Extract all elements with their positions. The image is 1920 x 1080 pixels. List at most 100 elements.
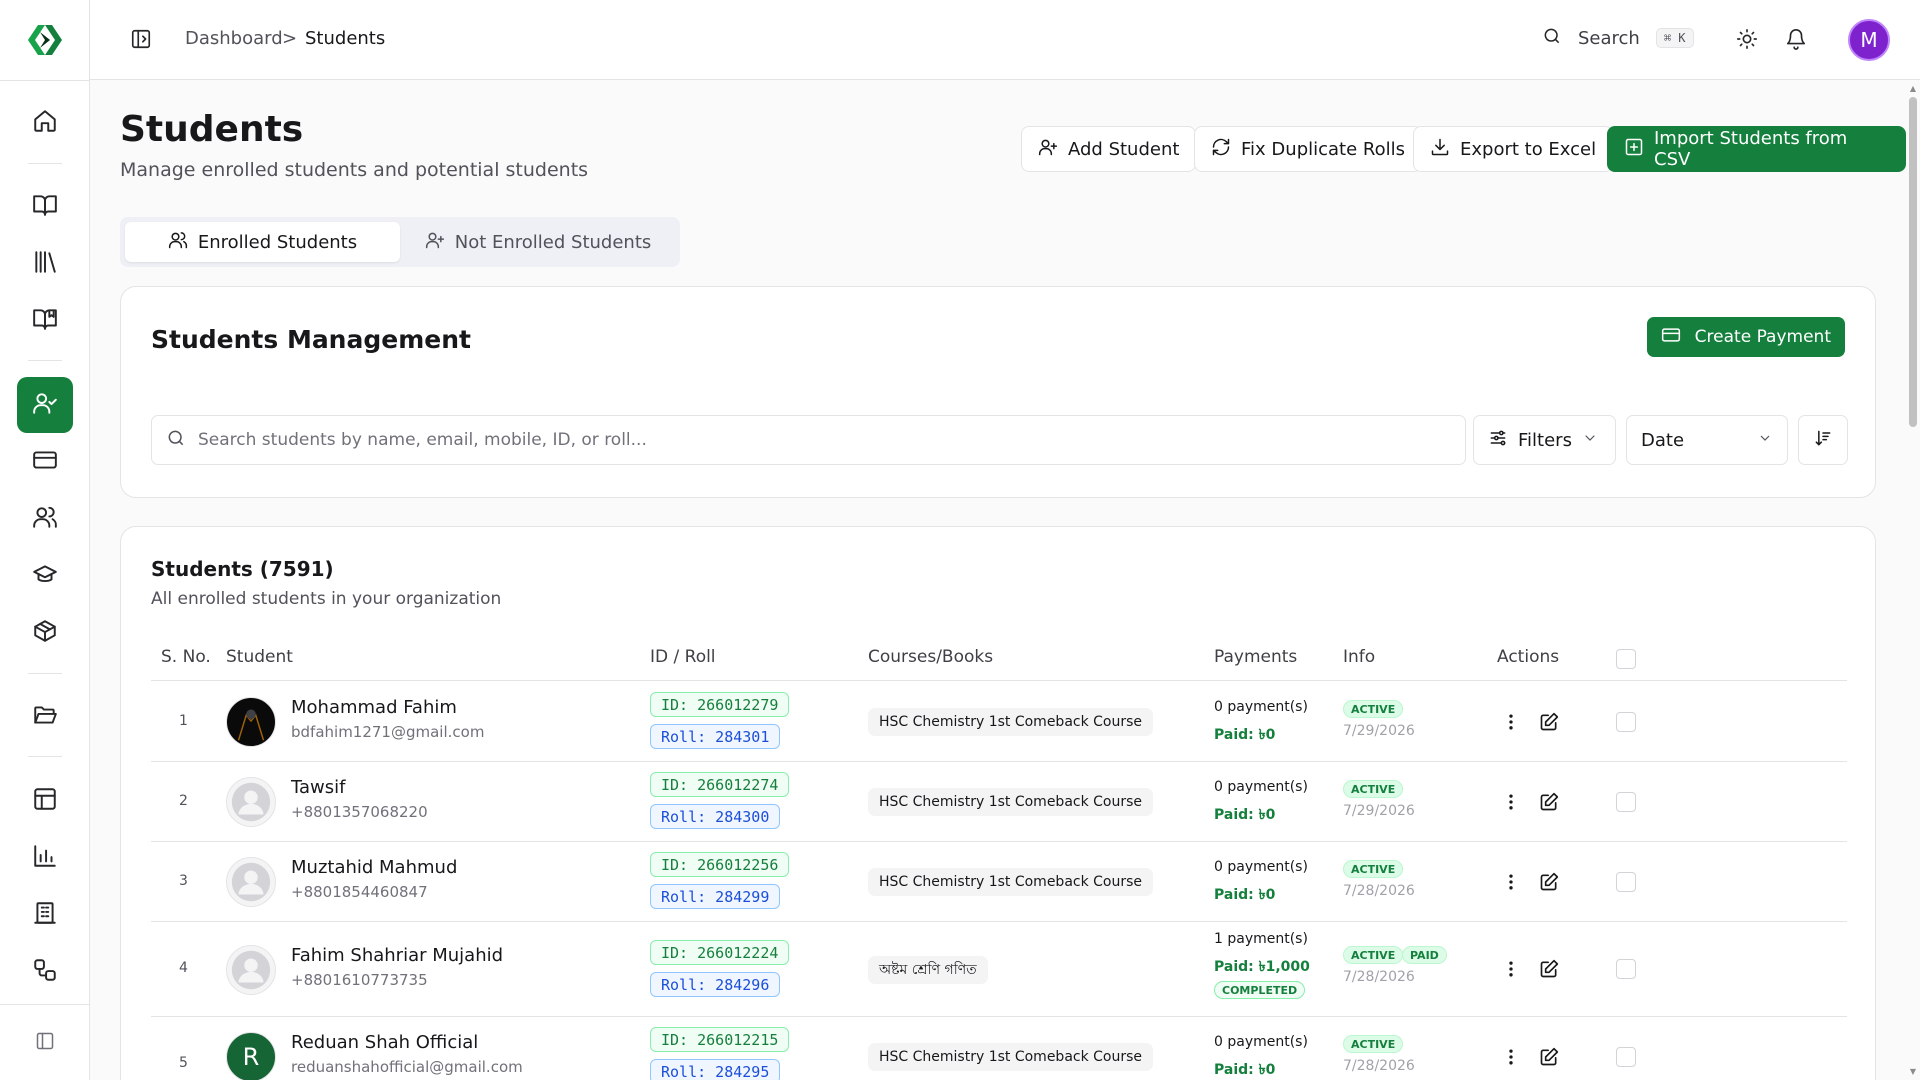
nav-books[interactable]: [17, 293, 73, 349]
sidebar-toggle-icon[interactable]: [130, 28, 154, 52]
search-label: Search: [1578, 27, 1640, 49]
users-icon: [168, 230, 188, 255]
sort-order-button[interactable]: [1798, 415, 1848, 465]
scroll-up-arrow[interactable]: ▲: [1909, 85, 1917, 93]
panel-toggle-icon: [35, 1031, 55, 1055]
fix-duplicate-label: Fix Duplicate Rolls: [1241, 138, 1405, 160]
avatar-letter: R: [242, 1043, 260, 1071]
nav-teachers[interactable]: [17, 548, 73, 604]
nav-packages[interactable]: [17, 605, 73, 661]
paid-amount: Paid: ৳0: [1214, 1062, 1276, 1078]
nav-users[interactable]: [17, 491, 73, 547]
bell-icon[interactable]: [1785, 28, 1809, 52]
more-vertical-icon[interactable]: [1499, 870, 1523, 894]
page-title: Students: [120, 109, 304, 150]
row-checkbox[interactable]: [1616, 712, 1636, 732]
nav-home[interactable]: [17, 95, 73, 151]
student-name[interactable]: Muztahid Mahmud: [291, 857, 457, 878]
breadcrumb-dashboard[interactable]: Dashboard: [185, 28, 283, 49]
fix-duplicate-rolls-button[interactable]: Fix Duplicate Rolls: [1194, 126, 1422, 172]
edit-icon[interactable]: [1537, 790, 1561, 814]
building-icon: [32, 900, 58, 930]
nav-workflow[interactable]: [17, 944, 73, 1000]
nav-students[interactable]: [17, 377, 73, 433]
tab-not-enrolled-students[interactable]: Not Enrolled Students: [402, 222, 674, 262]
package-icon: [32, 618, 58, 648]
filters-label: Filters: [1518, 429, 1572, 451]
paid-amount: Paid: ৳0: [1214, 727, 1276, 743]
global-search[interactable]: Search ⌘ K: [1542, 26, 1694, 50]
folder-open-icon: [32, 702, 58, 732]
brand-logo[interactable]: [26, 22, 64, 58]
credit-card-icon: [1661, 325, 1681, 350]
status-badge: ACTIVE: [1343, 946, 1404, 964]
course-badge: HSC Chemistry 1st Comeback Course: [868, 1043, 1154, 1071]
create-payment-button[interactable]: Create Payment: [1646, 317, 1845, 357]
nav-analytics[interactable]: [17, 830, 73, 886]
page-scrollbar[interactable]: ▲ ▼: [1906, 81, 1920, 1080]
theme-toggle-icon[interactable]: [1736, 28, 1760, 52]
sidebar: [0, 0, 90, 1080]
more-vertical-icon[interactable]: [1499, 957, 1523, 981]
payment-status-badge: COMPLETED: [1214, 981, 1306, 999]
student-roll-badge: Roll: 284300: [650, 804, 781, 829]
more-vertical-icon[interactable]: [1499, 1045, 1523, 1069]
row-checkbox[interactable]: [1616, 959, 1636, 979]
nav-library[interactable]: [17, 236, 73, 292]
user-check-icon: [32, 390, 58, 420]
nav-organization[interactable]: [17, 887, 73, 943]
user-plus-icon: [1038, 137, 1058, 162]
student-avatar: [226, 697, 276, 747]
export-excel-button[interactable]: Export to Excel: [1413, 126, 1614, 172]
add-student-button[interactable]: Add Student: [1021, 126, 1197, 172]
student-name[interactable]: Reduan Shah Official: [291, 1032, 478, 1053]
nav-collapse-toggle[interactable]: [17, 1015, 73, 1071]
students-table-card: Students (7591) All enrolled students in…: [120, 526, 1876, 1080]
bar-chart-icon: [32, 843, 58, 873]
nav-courses[interactable]: [17, 179, 73, 235]
student-contact: reduanshahofficial@gmail.com: [291, 1058, 523, 1076]
col-id-roll: ID / Roll: [650, 647, 716, 667]
edit-icon[interactable]: [1537, 710, 1561, 734]
tab-enrolled-students[interactable]: Enrolled Students: [125, 222, 400, 262]
nav-layout[interactable]: [17, 773, 73, 829]
student-name[interactable]: Mohammad Fahim: [291, 697, 457, 718]
import-csv-button[interactable]: Import Students from CSV: [1607, 126, 1906, 172]
payment-count: 0 payment(s): [1214, 859, 1308, 875]
nav-files[interactable]: [17, 689, 73, 745]
edit-icon[interactable]: [1537, 870, 1561, 894]
student-contact: +8801357068220: [291, 803, 428, 821]
nav-payments[interactable]: [17, 434, 73, 490]
course-badge: HSC Chemistry 1st Comeback Course: [868, 868, 1154, 896]
user-avatar[interactable]: M: [1848, 19, 1890, 61]
edit-icon[interactable]: [1537, 957, 1561, 981]
search-shortcut: ⌘ K: [1655, 28, 1694, 48]
student-roll-badge: Roll: 284296: [650, 972, 781, 997]
table-row: 1 Mohammad Fahim bdfahim1271@gmail.com I…: [151, 682, 1847, 762]
table-row: 2 Tawsif +8801357068220 ID: 266012274 Ro…: [151, 762, 1847, 842]
row-checkbox[interactable]: [1616, 872, 1636, 892]
more-vertical-icon[interactable]: [1499, 790, 1523, 814]
filters-button[interactable]: Filters: [1473, 415, 1616, 465]
col-info: Info: [1343, 647, 1376, 667]
tab-enrolled-label: Enrolled Students: [197, 231, 358, 253]
scroll-down-arrow[interactable]: ▼: [1909, 1068, 1917, 1076]
student-search-input[interactable]: [198, 430, 1398, 450]
col-student: Student: [226, 647, 293, 667]
chevron-down-icon: [1757, 430, 1773, 451]
main-content: Students Manage enrolled students and po…: [90, 81, 1906, 1080]
row-checkbox[interactable]: [1616, 792, 1636, 812]
student-name[interactable]: Tawsif: [291, 777, 345, 798]
create-payment-label: Create Payment: [1694, 327, 1831, 347]
row-checkbox[interactable]: [1616, 1047, 1636, 1067]
edit-icon[interactable]: [1537, 1045, 1561, 1069]
date-sort-select[interactable]: Date: [1626, 415, 1788, 465]
more-vertical-icon[interactable]: [1499, 710, 1523, 734]
default-avatar-icon: [226, 945, 276, 995]
row-sno: 1: [179, 713, 188, 729]
scroll-thumb[interactable]: [1909, 97, 1917, 427]
refresh-icon: [1211, 137, 1231, 162]
student-name[interactable]: Fahim Shahriar Mujahid: [291, 945, 503, 966]
select-all-checkbox[interactable]: [1616, 649, 1636, 669]
breadcrumb-current: Students: [305, 28, 386, 49]
